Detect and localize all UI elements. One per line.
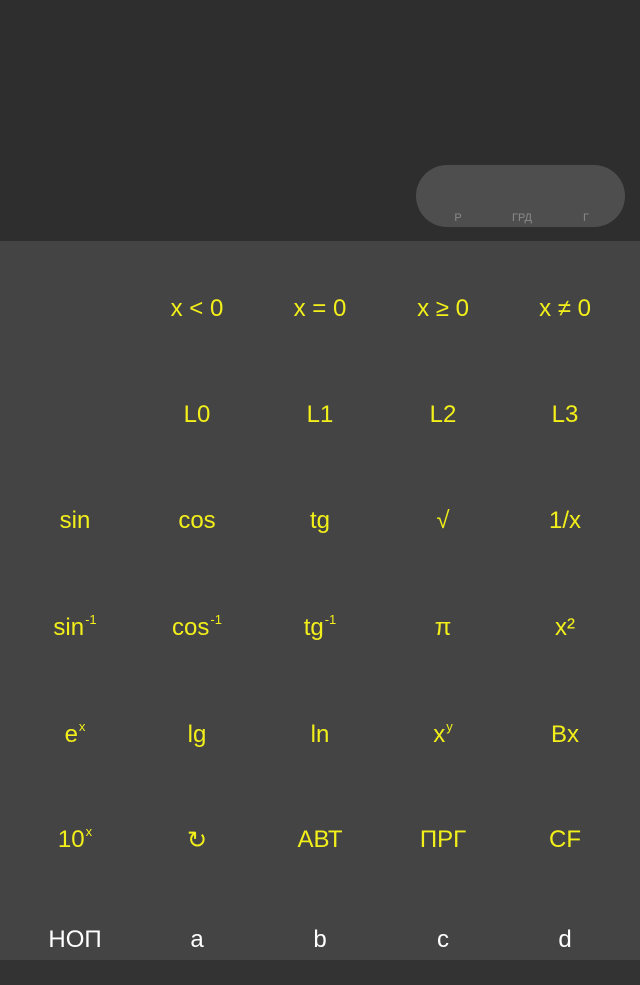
nop-key[interactable]: НОП (14, 895, 137, 985)
avt-key[interactable]: АВТ (259, 795, 382, 885)
sin-key[interactable]: sin (14, 476, 137, 566)
tg-key-label: tg (309, 507, 330, 534)
a-key-label: a (190, 926, 204, 953)
x-equal-zero-key[interactable]: x = 0 (259, 264, 382, 354)
c-key-label: c (437, 926, 449, 953)
prg-key-label: ПРГ (419, 826, 467, 853)
x-less-zero-key-label: x < 0 (170, 295, 224, 322)
l2-key-label: L2 (429, 401, 457, 428)
sqrt-key-label: √ (436, 507, 450, 534)
x-not-equal-zero-key-label: x ≠ 0 (539, 295, 591, 322)
a-key[interactable]: a (136, 895, 259, 985)
reciprocal-key[interactable]: 1/x (504, 476, 627, 566)
l3-key[interactable]: L3 (504, 370, 627, 460)
exp-key-superscript: x (78, 718, 86, 734)
angle-mode-switch[interactable]: Р ГРД Г (416, 165, 625, 227)
arcsin-key-superscript: -1 (85, 611, 97, 627)
cf-key-label: CF (549, 826, 581, 853)
ten-power-key-label: 10 (57, 826, 85, 853)
l1-key-label: L1 (306, 401, 334, 428)
mode-grads-label[interactable]: ГРД (512, 212, 532, 224)
arccos-key-superscript: -1 (210, 611, 222, 627)
ten-power-key-superscript: x (85, 823, 93, 839)
square-key-label: x² (555, 614, 575, 641)
lg-key[interactable]: lg (136, 690, 259, 780)
sqrt-key[interactable]: √ (382, 476, 505, 566)
lg-key-label: lg (187, 721, 207, 748)
c-key[interactable]: c (382, 895, 505, 985)
power-key-label: x (433, 721, 446, 748)
mode-radians-label[interactable]: Р (454, 212, 461, 224)
mode-degrees-label[interactable]: Г (583, 212, 589, 224)
d-key[interactable]: d (504, 895, 627, 985)
x-less-zero-key[interactable]: x < 0 (136, 264, 259, 354)
display-panel: Р ГРД Г (0, 0, 640, 241)
b-key-label: b (313, 926, 327, 953)
cf-key[interactable]: CF (504, 795, 627, 885)
bx-key-label: Bx (550, 721, 579, 748)
nop-key-label: НОП (48, 926, 102, 953)
reciprocal-key-label: 1/x (548, 507, 581, 534)
exp-key-label: e (64, 721, 78, 748)
arccos-key[interactable]: cos -1 (136, 583, 259, 673)
b-key[interactable]: b (259, 895, 382, 985)
cos-key-label: cos (178, 507, 216, 534)
l3-key-label: L3 (551, 401, 579, 428)
l1-key[interactable]: L1 (259, 370, 382, 460)
x-greater-equal-zero-key[interactable]: x ≥ 0 (382, 264, 505, 354)
l0-key-label: L0 (183, 401, 211, 428)
x-greater-equal-zero-key-label: x ≥ 0 (417, 295, 469, 322)
x-not-equal-zero-key[interactable]: x ≠ 0 (504, 264, 627, 354)
ln-key-label: ln (310, 721, 330, 748)
rotate-key[interactable]: ↻ (136, 795, 259, 885)
arcsin-key[interactable]: sin -1 (14, 583, 137, 673)
arctg-key-superscript: -1 (324, 611, 337, 627)
avt-key-label: АВТ (297, 826, 343, 853)
bx-key[interactable]: Bx (504, 690, 627, 780)
ten-power-key[interactable]: 10 x (14, 795, 137, 885)
x-equal-zero-key-label: x = 0 (293, 295, 347, 322)
arcsin-key-label: sin (53, 614, 85, 641)
power-key-superscript: y (446, 718, 453, 734)
tg-key[interactable]: tg (259, 476, 382, 566)
arctg-key[interactable]: tg -1 (259, 583, 382, 673)
power-key[interactable]: xy (382, 690, 505, 780)
d-key-label: d (558, 926, 572, 953)
pi-key-label: π (434, 614, 452, 641)
sin-key-label: sin (59, 507, 91, 534)
rotate-key-label: ↻ (186, 826, 208, 854)
l2-key[interactable]: L2 (382, 370, 505, 460)
cos-key[interactable]: cos (136, 476, 259, 566)
pi-key[interactable]: π (382, 583, 505, 673)
arctg-key-label: tg (303, 614, 324, 641)
prg-key[interactable]: ПРГ (382, 795, 505, 885)
l0-key[interactable]: L0 (136, 370, 259, 460)
exp-key[interactable]: ex (14, 690, 137, 780)
keypad: x < 0 x = 0 x ≥ 0 x ≠ 0 L0 L1 L2 L3 sin cos tg √ 1/x… (0, 241, 640, 960)
arccos-key-label: cos (172, 614, 210, 641)
ln-key[interactable]: ln (259, 690, 382, 780)
square-key[interactable]: x² (504, 583, 627, 673)
